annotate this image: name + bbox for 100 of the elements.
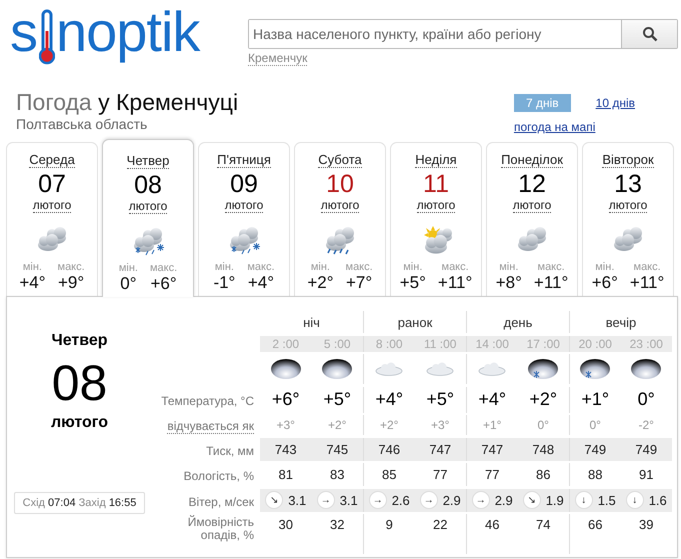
row-label: Ймовірність опадів, % bbox=[186, 514, 255, 544]
table-cell: 66 bbox=[569, 514, 620, 554]
min-temperature: +2° bbox=[307, 273, 334, 292]
table-cell: 747 bbox=[466, 438, 518, 461]
hour-cell: 23 :00 bbox=[620, 336, 672, 352]
day-tab[interactable]: Субота 10 лютого мін. макс. +2° +7° bbox=[294, 142, 386, 296]
period-header: ранок bbox=[363, 311, 466, 333]
table-cell: 748 bbox=[518, 438, 569, 461]
table-cell: 88 bbox=[569, 463, 620, 486]
feels-like-cell-text: +2° bbox=[327, 417, 348, 434]
temperature-cell: +4° bbox=[466, 386, 518, 413]
min-label: мін. bbox=[498, 261, 520, 273]
wind-speed: 3.1 bbox=[288, 492, 306, 508]
max-temperature: +4° bbox=[247, 273, 275, 292]
row-label[interactable]: відчувається як bbox=[167, 418, 254, 434]
sunrise-sunset: Схід 07:04 Захід 16:55 bbox=[14, 492, 146, 514]
day-tab[interactable]: Четвер 08 лютого мін. макс. 0° +6° bbox=[102, 139, 194, 297]
day-tab[interactable]: Вівторок 13 лютого мін. макс. +6° +11° bbox=[582, 142, 674, 296]
max-label: макс. bbox=[247, 261, 275, 273]
forecast-range-tab[interactable]: 10 днів bbox=[584, 94, 647, 112]
hour-cell: 5 :00 bbox=[312, 336, 363, 352]
min-temperature: +4° bbox=[19, 273, 46, 292]
search-button[interactable] bbox=[621, 20, 677, 48]
day-name: Субота bbox=[318, 153, 362, 168]
min-temperature: +6° bbox=[592, 273, 618, 292]
logo[interactable]: s noptik bbox=[10, 0, 200, 66]
day-date: 10 bbox=[326, 169, 354, 199]
day-tab[interactable]: Середа 07 лютого мін. макс. +4° +9° bbox=[6, 142, 98, 296]
table-cell-text: 81 bbox=[278, 466, 294, 484]
dark-cloud-icon bbox=[321, 357, 354, 382]
wind-direction-icon: → bbox=[316, 491, 335, 510]
hour-cell: 2 :00 bbox=[260, 336, 312, 352]
min-label: мін. bbox=[402, 261, 424, 273]
table-cell-text: 32 bbox=[329, 516, 346, 534]
feels-like-cell-text: +3° bbox=[430, 417, 450, 434]
recent-city-link[interactable]: Кременчук bbox=[248, 51, 308, 66]
day-name: П'ятниця bbox=[217, 153, 271, 168]
min-temperature: +5° bbox=[400, 273, 426, 292]
wind-direction-icon: ↓ bbox=[626, 491, 644, 510]
min-label: мін. bbox=[310, 261, 331, 273]
page-title: Погода у Кременчуці bbox=[16, 88, 238, 116]
day-date: 08 bbox=[52, 354, 108, 412]
period-header: вечір bbox=[569, 311, 672, 333]
table-cell: 743 bbox=[260, 438, 312, 461]
max-label: макс. bbox=[150, 262, 178, 274]
table-cell: 747 bbox=[414, 438, 466, 461]
table-cell-text: 91 bbox=[638, 466, 654, 484]
wind-direction-icon: ↘ bbox=[522, 491, 541, 510]
table-cell-text: 22 bbox=[432, 516, 448, 534]
table-cell-text: 83 bbox=[329, 466, 346, 484]
table-cell: 77 bbox=[466, 463, 518, 486]
wind-speed: 3.1 bbox=[340, 492, 358, 508]
wind-direction-icon: ↓ bbox=[574, 491, 593, 510]
day-tab[interactable]: Понеділок 12 лютого мін. макс. +8° +11° bbox=[486, 142, 578, 296]
map-link[interactable]: погода на мапі bbox=[514, 120, 596, 134]
table-cell: 749 bbox=[620, 438, 672, 461]
feels-like-cell-text: -2° bbox=[638, 417, 655, 434]
day-date: 12 bbox=[518, 169, 546, 199]
table-cell-text: 30 bbox=[278, 516, 294, 534]
day-tab[interactable]: Неділя 11 лютого мін. макс. +5° +11° bbox=[390, 142, 482, 296]
search-field[interactable]: Назва населеного пункту, країни або регіону bbox=[248, 19, 678, 49]
wind-speed: 2.9 bbox=[442, 492, 461, 508]
region-name: Полтавська область bbox=[16, 116, 148, 132]
wind-direction-icon: ↘ bbox=[265, 491, 284, 510]
max-label: макс. bbox=[536, 261, 566, 273]
max-temperature: +9° bbox=[58, 273, 85, 292]
min-label: мін. bbox=[214, 261, 235, 273]
temperature-cell-text: +5° bbox=[322, 388, 352, 412]
table-cell-text: 86 bbox=[535, 466, 552, 484]
search-icon bbox=[642, 26, 658, 42]
max-temperature: +11° bbox=[630, 273, 664, 292]
period-header: ніч bbox=[302, 314, 321, 332]
row-label: Тиск, мм bbox=[205, 442, 255, 460]
min-label: мін. bbox=[22, 261, 43, 273]
snow-cloud-icon bbox=[579, 357, 612, 382]
day-name: Середа bbox=[29, 153, 75, 168]
day-name: Вівторок bbox=[602, 153, 654, 168]
table-cell: 9 bbox=[363, 514, 414, 554]
day-date: 09 bbox=[230, 169, 258, 199]
min-temperature: 0° bbox=[119, 274, 138, 293]
table-cell: 85 bbox=[363, 463, 414, 486]
max-label: макс. bbox=[58, 261, 85, 273]
wind-speed: 1.5 bbox=[598, 492, 616, 508]
min-temperature: -1° bbox=[213, 273, 236, 292]
feels-like-cell: +2° bbox=[363, 415, 414, 436]
hour-cell: 11 :00 bbox=[414, 336, 466, 352]
day-date: 08 bbox=[134, 170, 162, 200]
max-label: макс. bbox=[346, 261, 373, 273]
day-tab[interactable]: П'ятниця 09 лютого мін. макс. -1° +4° bbox=[198, 142, 290, 296]
feels-like-cell-text: 0° bbox=[536, 417, 550, 434]
max-temperature: +11° bbox=[534, 273, 568, 292]
wind-speed: 1.6 bbox=[648, 492, 667, 508]
day-name: Понеділок bbox=[501, 153, 563, 168]
table-cell-text: 77 bbox=[432, 466, 448, 484]
max-temperature: +6° bbox=[150, 274, 178, 293]
max-temperature: +7° bbox=[346, 273, 373, 292]
day-date: 07 bbox=[38, 169, 66, 199]
feels-like-cell-text: +3° bbox=[276, 417, 296, 434]
day-date: 11 bbox=[423, 169, 449, 199]
table-cell: 745 bbox=[312, 438, 363, 461]
